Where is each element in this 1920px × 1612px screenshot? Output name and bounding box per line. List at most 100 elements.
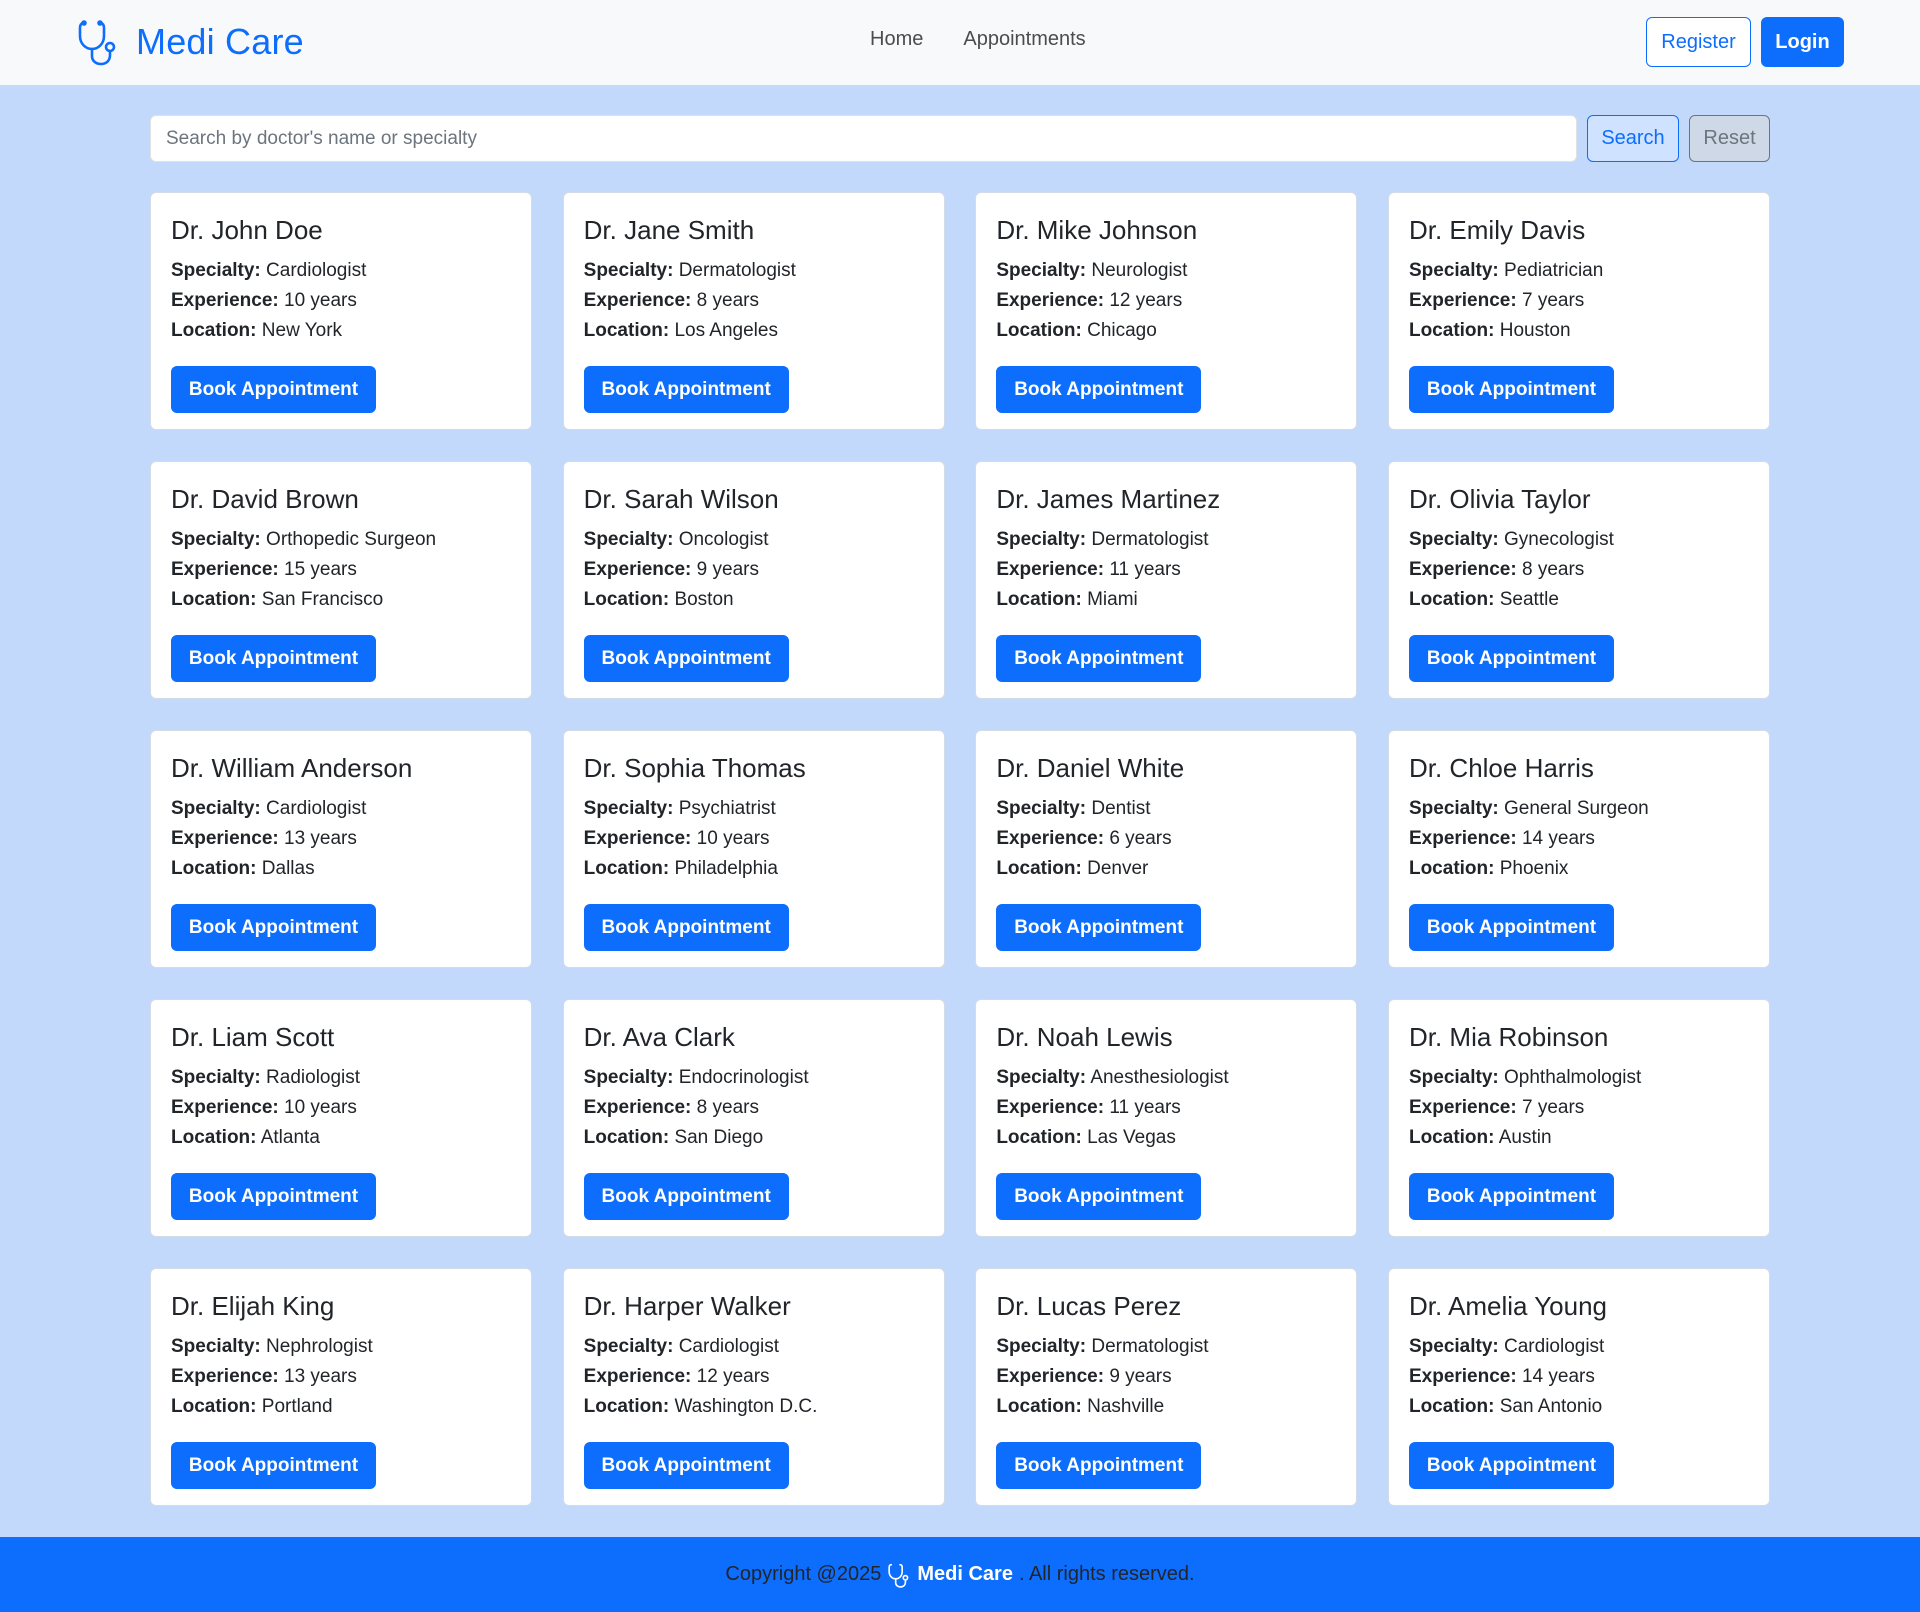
search-button[interactable]: Search bbox=[1587, 115, 1679, 162]
doctor-location: Location: Philadelphia bbox=[584, 854, 924, 884]
book-appointment-button[interactable]: Book Appointment bbox=[583, 366, 789, 413]
doctor-specialty: Specialty: Anesthesiologist bbox=[996, 1063, 1336, 1093]
footer-brand-name: Medi Care bbox=[917, 1563, 1013, 1585]
specialty-label: Specialty: bbox=[583, 798, 674, 819]
specialty-value: Nephrologist bbox=[266, 1336, 373, 1357]
book-appointment-button[interactable]: Book Appointment bbox=[996, 904, 1202, 951]
doctor-location: Location: Atlanta bbox=[171, 1123, 511, 1153]
doctor-experience: Experience: 8 years bbox=[1409, 555, 1749, 585]
doctor-name: Dr. David Brown bbox=[171, 484, 359, 514]
book-appointment-button[interactable]: Book Appointment bbox=[171, 1173, 376, 1220]
location-value: Dallas bbox=[261, 858, 315, 879]
nav-appointments[interactable]: Appointments bbox=[963, 28, 1085, 51]
book-appointment-button[interactable]: Book Appointment bbox=[1408, 904, 1614, 951]
book-appointment-button[interactable]: Book Appointment bbox=[583, 1442, 789, 1489]
book-appointment-button[interactable]: Book Appointment bbox=[996, 1173, 1202, 1220]
doctor-location: Location: Phoenix bbox=[1409, 854, 1749, 884]
experience-value: 7 years bbox=[1521, 290, 1585, 311]
doctor-specialty: Specialty: Cardiologist bbox=[171, 256, 511, 286]
location-value: San Diego bbox=[674, 1127, 764, 1148]
specialty-label: Specialty: bbox=[583, 1336, 674, 1357]
location-label: Location: bbox=[996, 858, 1082, 879]
book-appointment-button[interactable]: Book Appointment bbox=[583, 904, 789, 951]
specialty-label: Specialty: bbox=[1408, 529, 1499, 550]
location-value: Seattle bbox=[1499, 589, 1559, 610]
doctor-name: Dr. Jane Smith bbox=[583, 215, 755, 245]
location-label: Location: bbox=[171, 589, 257, 610]
experience-label: Experience: bbox=[171, 559, 279, 580]
experience-label: Experience: bbox=[996, 290, 1105, 311]
specialty-value: Cardiologist bbox=[266, 260, 367, 281]
doctor-name: Dr. James Martinez bbox=[996, 484, 1221, 514]
search-input[interactable] bbox=[150, 115, 1577, 162]
specialty-value: Orthopedic Surgeon bbox=[266, 529, 437, 550]
doctor-name: Dr. Emily Davis bbox=[1408, 215, 1586, 245]
experience-value: 12 years bbox=[1109, 290, 1183, 311]
doctor-location: Location: New York bbox=[171, 316, 511, 346]
doctor-experience: Experience: 12 years bbox=[584, 1362, 924, 1392]
book-appointment-button[interactable]: Book Appointment bbox=[171, 635, 376, 682]
experience-value: 8 years bbox=[1521, 559, 1585, 580]
experience-label: Experience: bbox=[171, 1097, 279, 1118]
location-label: Location: bbox=[1408, 320, 1495, 341]
location-value: Denver bbox=[1087, 858, 1149, 879]
specialty-label: Specialty: bbox=[996, 260, 1087, 281]
location-label: Location: bbox=[1408, 1127, 1495, 1148]
doctor-location: Location: Miami bbox=[996, 585, 1336, 615]
doctor-specialty: Specialty: Dermatologist bbox=[996, 525, 1336, 555]
doctor-name: Dr. John Doe bbox=[171, 215, 323, 245]
location-value: Philadelphia bbox=[674, 858, 778, 879]
location-value: Washington D.C. bbox=[674, 1396, 818, 1417]
experience-value: 9 years bbox=[1109, 1366, 1172, 1387]
footer-brand[interactable]: Medi Care bbox=[887, 1562, 1013, 1588]
reset-button[interactable]: Reset bbox=[1689, 115, 1770, 162]
book-appointment-button[interactable]: Book Appointment bbox=[1408, 635, 1614, 682]
doctor-card: Dr. Chloe Harris Specialty: General Surge… bbox=[1387, 730, 1770, 968]
experience-value: 8 years bbox=[696, 290, 759, 311]
doctor-experience: Experience: 13 years bbox=[171, 824, 511, 854]
location-label: Location: bbox=[1408, 858, 1495, 879]
doctor-card: Dr. Mia Robinson Specialty: Ophthalmologi… bbox=[1387, 999, 1770, 1237]
doctor-specialty: Specialty: Psychiatrist bbox=[584, 794, 924, 824]
nav-home[interactable]: Home bbox=[870, 28, 923, 51]
login-button[interactable]: Login bbox=[1761, 17, 1844, 67]
brand-link[interactable]: Medi Care bbox=[76, 16, 304, 68]
doctor-location: Location: Seattle bbox=[1409, 585, 1749, 615]
book-appointment-button[interactable]: Book Appointment bbox=[171, 366, 376, 413]
brand-name: Medi Care bbox=[136, 21, 304, 62]
doctor-location: Location: San Antonio bbox=[1409, 1392, 1749, 1422]
specialty-value: Radiologist bbox=[266, 1067, 361, 1088]
doctor-card: Dr. Lucas Perez Specialty: Dermatologist E… bbox=[975, 1268, 1358, 1506]
book-appointment-button[interactable]: Book Appointment bbox=[583, 1173, 789, 1220]
experience-label: Experience: bbox=[996, 559, 1105, 580]
register-button[interactable]: Register bbox=[1646, 17, 1751, 67]
book-appointment-button[interactable]: Book Appointment bbox=[1408, 1173, 1614, 1220]
book-appointment-button[interactable]: Book Appointment bbox=[996, 635, 1202, 682]
book-appointment-button[interactable]: Book Appointment bbox=[1408, 1442, 1614, 1489]
doctor-experience: Experience: 7 years bbox=[1409, 1093, 1749, 1123]
book-appointment-button[interactable]: Book Appointment bbox=[583, 635, 789, 682]
doctor-specialty: Specialty: Dentist bbox=[996, 794, 1336, 824]
experience-value: 14 years bbox=[1521, 1366, 1595, 1387]
experience-label: Experience: bbox=[583, 1366, 692, 1387]
main-nav: Home Appointments bbox=[870, 28, 1086, 51]
book-appointment-button[interactable]: Book Appointment bbox=[996, 366, 1202, 413]
book-appointment-button[interactable]: Book Appointment bbox=[171, 1442, 376, 1489]
book-appointment-button[interactable]: Book Appointment bbox=[171, 904, 376, 951]
doctor-location: Location: Denver bbox=[996, 854, 1336, 884]
footer-copyright: Copyright @2025 bbox=[725, 1563, 882, 1585]
doctor-experience: Experience: 14 years bbox=[1409, 1362, 1749, 1392]
experience-label: Experience: bbox=[996, 1097, 1105, 1118]
doctor-card: Dr. Liam Scott Specialty: Radiologist Expe… bbox=[150, 999, 532, 1237]
specialty-label: Specialty: bbox=[996, 1067, 1087, 1088]
specialty-value: Dentist bbox=[1091, 798, 1151, 819]
location-label: Location: bbox=[583, 1396, 670, 1417]
doctor-location: Location: Houston bbox=[1409, 316, 1749, 346]
book-appointment-button[interactable]: Book Appointment bbox=[1408, 366, 1614, 413]
location-value: Boston bbox=[674, 589, 734, 610]
book-appointment-button[interactable]: Book Appointment bbox=[996, 1442, 1202, 1489]
doctor-card: Dr. Emily Davis Specialty: Pediatrician Ex… bbox=[1387, 192, 1770, 430]
location-value: Los Angeles bbox=[674, 320, 778, 341]
location-label: Location: bbox=[171, 1127, 257, 1148]
doctor-card: Dr. Amelia Young Specialty: Cardiologist E… bbox=[1387, 1268, 1770, 1506]
